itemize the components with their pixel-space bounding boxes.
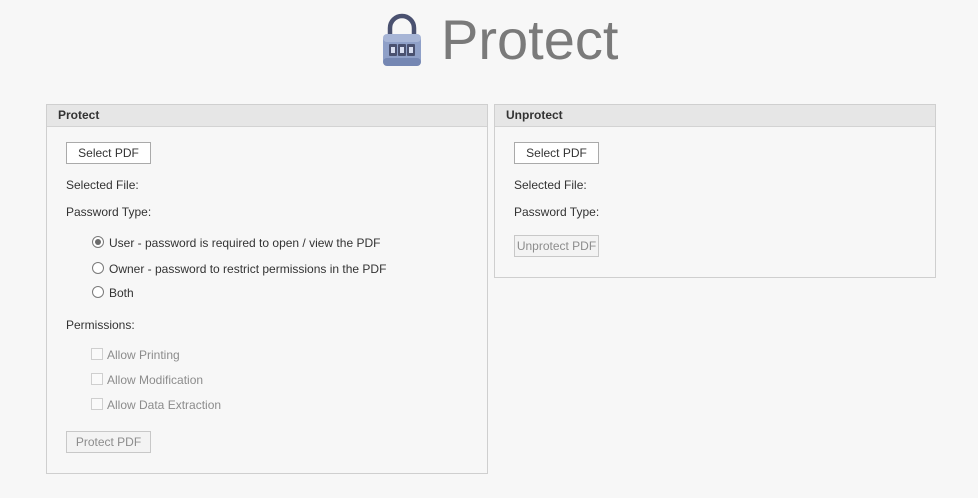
password-type-owner-label[interactable]: Owner - password to restrict permissions… [109, 262, 386, 276]
unprotect-panel-title: Unprotect [495, 105, 935, 127]
allow-data-extraction-checkbox[interactable] [91, 398, 103, 410]
password-type-user-label[interactable]: User - password is required to open / vi… [109, 236, 380, 250]
password-type-user-radio[interactable] [92, 236, 104, 248]
allow-data-extraction-label[interactable]: Allow Data Extraction [107, 398, 221, 412]
unprotect-pdf-button[interactable]: Unprotect PDF [514, 235, 599, 257]
app-header: Protect [0, 8, 978, 72]
permissions-label: Permissions: [66, 318, 135, 332]
protect-select-pdf-button[interactable]: Select PDF [66, 142, 151, 164]
lock-icon [383, 13, 421, 66]
unprotect-select-pdf-button[interactable]: Select PDF [514, 142, 599, 164]
password-type-both-radio[interactable] [92, 286, 104, 298]
protect-app: Protect Protect Select PDF Selected File… [0, 0, 978, 498]
allow-modification-label[interactable]: Allow Modification [107, 373, 203, 387]
protect-panel-title: Protect [47, 105, 487, 127]
protect-panel: Protect Select PDF Selected File: Passwo… [46, 104, 488, 474]
unprotect-password-type-label: Password Type: [514, 205, 600, 219]
page-title: Protect [441, 8, 619, 71]
password-type-owner-radio[interactable] [92, 262, 104, 274]
unprotect-panel: Unprotect Select PDF Selected File: Pass… [494, 104, 936, 278]
allow-printing-checkbox[interactable] [91, 348, 103, 360]
allow-printing-label[interactable]: Allow Printing [107, 348, 180, 362]
unprotect-selected-file-label: Selected File: [514, 178, 587, 192]
password-type-both-label[interactable]: Both [109, 286, 134, 300]
allow-modification-checkbox[interactable] [91, 373, 103, 385]
protect-selected-file-label: Selected File: [66, 178, 139, 192]
protect-pdf-button[interactable]: Protect PDF [66, 431, 151, 453]
protect-password-type-label: Password Type: [66, 205, 152, 219]
